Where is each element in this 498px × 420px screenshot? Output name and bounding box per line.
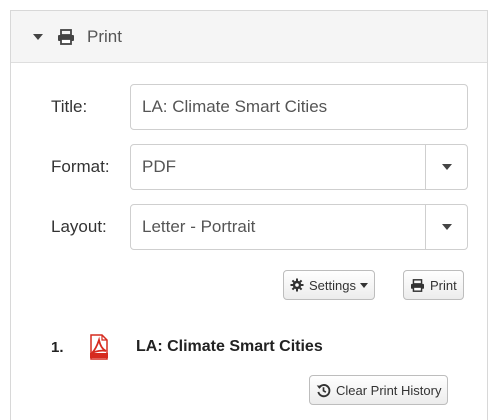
format-dropdown-toggle[interactable] — [425, 145, 467, 189]
layout-label: Layout: — [51, 217, 107, 236]
format-select-value: PDF — [142, 157, 176, 176]
history-item-link[interactable]: LA: Climate Smart Cities — [136, 338, 323, 356]
history-icon — [316, 383, 331, 398]
panel-header[interactable]: Print — [11, 11, 487, 63]
printer-icon — [410, 278, 425, 292]
layout-select[interactable]: Letter - Portrait — [130, 204, 468, 250]
chevron-down-icon — [441, 224, 452, 230]
caret-down-icon[interactable] — [33, 33, 43, 40]
layout-dropdown-toggle[interactable] — [425, 205, 467, 249]
panel-title: Print — [87, 26, 122, 46]
history-item-number: 1. — [51, 338, 64, 356]
layout-select-value: Letter - Portrait — [142, 217, 256, 236]
title-input-value: LA: Climate Smart Cities — [142, 97, 328, 116]
format-select[interactable]: PDF — [130, 144, 468, 190]
list-item[interactable]: 1. LA: Climate Smart Cities — [51, 334, 323, 360]
title-label: Title: — [51, 97, 88, 116]
print-button[interactable]: Print — [403, 270, 464, 300]
clear-print-history-button[interactable]: Clear Print History — [309, 375, 449, 405]
print-button-label: Print — [430, 277, 457, 293]
caret-down-icon — [359, 282, 368, 288]
printer-icon — [57, 28, 75, 45]
pdf-file-icon — [88, 334, 110, 360]
settings-button[interactable]: Settings — [283, 270, 375, 300]
title-input[interactable]: LA: Climate Smart Cities — [130, 84, 468, 130]
settings-button-label: Settings — [309, 277, 356, 293]
gear-icon — [290, 278, 304, 292]
chevron-down-icon — [441, 164, 452, 170]
format-label: Format: — [51, 157, 110, 176]
print-panel: Print Title: LA: Climate Smart Cities Fo… — [10, 10, 488, 420]
clear-history-button-label: Clear Print History — [336, 382, 442, 398]
